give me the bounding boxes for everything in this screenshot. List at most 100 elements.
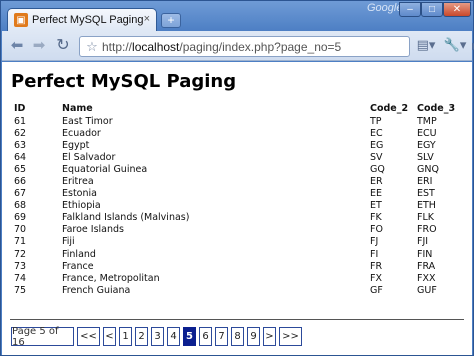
cell-id: 74	[14, 272, 27, 284]
cell-code3: ETH	[417, 200, 436, 212]
table-row: 75 French Guiana GF GUF	[14, 284, 467, 296]
table-row: 74 France, Metropolitan FX FXX	[14, 272, 467, 284]
tab-strip: ▣ Perfect MySQL Paging × + Google – □ ✕	[1, 1, 473, 31]
cell-id: 61	[14, 115, 27, 127]
cell-code3: ECU	[417, 127, 437, 139]
cell-code2: FR	[370, 260, 383, 272]
table-row: 71 Fiji FJ FJI	[14, 236, 467, 248]
forward-arrow-icon[interactable]: ➡	[29, 37, 49, 55]
cell-code3: GNQ	[417, 163, 439, 175]
cell-code3: FLK	[417, 212, 434, 224]
cell-id: 66	[14, 176, 27, 188]
column-header-name: Name	[62, 102, 93, 114]
page-info-label: Page 5 of 16	[11, 326, 74, 348]
maximize-button[interactable]: □	[421, 2, 443, 17]
prev-page-button[interactable]: <	[103, 327, 116, 346]
cell-name: Ethiopia	[62, 200, 101, 212]
table-row: 67 Estonia EE EST	[14, 188, 467, 200]
table-row: 65 Equatorial Guinea GQ GNQ	[14, 163, 467, 175]
page-number-button[interactable]: 9	[247, 327, 260, 346]
page-number-button[interactable]: 2	[135, 327, 148, 346]
table-row: 62 Ecuador EC ECU	[14, 127, 467, 139]
column-header-id: ID	[14, 102, 26, 114]
page-number-button[interactable]: 8	[231, 327, 244, 346]
tab-title: Perfect MySQL Paging	[32, 14, 144, 26]
page-number-button[interactable]: 3	[151, 327, 164, 346]
cell-code3: FIN	[417, 248, 433, 260]
countries-table: ID Name Code_2 Code_3 61 East Timor TP TMP 6…	[14, 101, 467, 296]
cell-id: 75	[14, 284, 27, 296]
cell-code2: GQ	[370, 163, 385, 175]
cell-name: France	[62, 260, 94, 272]
cell-code3: ERI	[417, 176, 433, 188]
page-number-button[interactable]: 6	[199, 327, 212, 346]
cell-id: 64	[14, 151, 27, 163]
cell-code2: FO	[370, 224, 383, 236]
table-row: 61 East Timor TP TMP	[14, 115, 467, 127]
cell-code2: ER	[370, 176, 383, 188]
new-tab-button[interactable]: +	[161, 13, 181, 28]
table-row: 70 Faroe Islands FO FRO	[14, 224, 467, 236]
tab-close-icon[interactable]: ×	[144, 13, 150, 25]
cell-name: Fiji	[62, 236, 75, 248]
cell-code2: SV	[370, 151, 383, 163]
cell-name: Eritrea	[62, 176, 94, 188]
browser-window: ▣ Perfect MySQL Paging × + Google – □ ✕ …	[0, 0, 474, 356]
page-number-button[interactable]: 5	[183, 327, 196, 346]
cell-name: Falkland Islands (Malvinas)	[62, 212, 190, 224]
cell-name: Faroe Islands	[62, 224, 125, 236]
cell-code2: TP	[370, 115, 382, 127]
first-page-button[interactable]: <<	[77, 327, 100, 346]
cell-id: 71	[14, 236, 27, 248]
close-window-button[interactable]: ✕	[443, 2, 471, 17]
browser-brand: Google	[367, 2, 403, 14]
cell-code3: FXX	[417, 272, 436, 284]
browser-toolbar: ⬅ ➡ ↻ ☆ http://localhost/paging/index.ph…	[2, 31, 474, 61]
back-arrow-icon[interactable]: ⬅	[7, 37, 27, 55]
cell-name: Ecuador	[62, 127, 101, 139]
cell-code3: FRO	[417, 224, 437, 236]
address-bar[interactable]: ☆ http://localhost/paging/index.php?page…	[79, 36, 474, 57]
bookmark-star-icon[interactable]: ☆	[82, 39, 102, 55]
cell-id: 68	[14, 200, 27, 212]
address-url[interactable]: http://localhost/paging/index.php?page_n…	[102, 40, 341, 54]
page-number-button[interactable]: 4	[167, 327, 180, 346]
cell-code3: SLV	[417, 151, 434, 163]
page-number-button[interactable]: 7	[215, 327, 228, 346]
minimize-button[interactable]: –	[399, 2, 421, 17]
wrench-menu-icon[interactable]: 🔧▾	[443, 37, 467, 55]
browser-tab[interactable]: ▣ Perfect MySQL Paging ×	[7, 8, 157, 31]
divider	[10, 319, 464, 320]
page-number-button[interactable]: 1	[119, 327, 132, 346]
cell-code3: FJI	[417, 236, 429, 248]
page-menu-icon[interactable]: ▤▾	[415, 37, 437, 55]
cell-id: 73	[14, 260, 27, 272]
cell-code2: GF	[370, 284, 383, 296]
table-header-row: ID Name Code_2 Code_3	[14, 101, 467, 115]
cell-code2: FX	[370, 272, 382, 284]
cell-code2: EE	[370, 188, 383, 200]
cell-code3: GUF	[417, 284, 437, 296]
cell-name: Equatorial Guinea	[62, 163, 148, 175]
cell-id: 65	[14, 163, 27, 175]
cell-code2: ET	[370, 200, 382, 212]
cell-id: 70	[14, 224, 27, 236]
cell-name: El Salvador	[62, 151, 116, 163]
cell-name: East Timor	[62, 115, 113, 127]
page-favicon-icon: ▣	[14, 13, 28, 27]
cell-id: 63	[14, 139, 27, 151]
cell-id: 67	[14, 188, 27, 200]
cell-code3: EGY	[417, 139, 436, 151]
cell-code2: FI	[370, 248, 379, 260]
last-page-button[interactable]: >>	[279, 327, 302, 346]
column-header-code2: Code_2	[370, 102, 409, 114]
cell-name: Egypt	[62, 139, 90, 151]
column-header-code3: Code_3	[417, 102, 456, 114]
table-row: 73 France FR FRA	[14, 260, 467, 272]
go-arrow-icon[interactable]: ▶	[467, 39, 474, 54]
reload-icon[interactable]: ↻	[53, 37, 73, 55]
next-page-button[interactable]: >	[263, 327, 276, 346]
pagination: Page 5 of 16 << < 123456789 > >>	[11, 326, 305, 348]
cell-id: 62	[14, 127, 27, 139]
table-row: 66 Eritrea ER ERI	[14, 175, 467, 187]
